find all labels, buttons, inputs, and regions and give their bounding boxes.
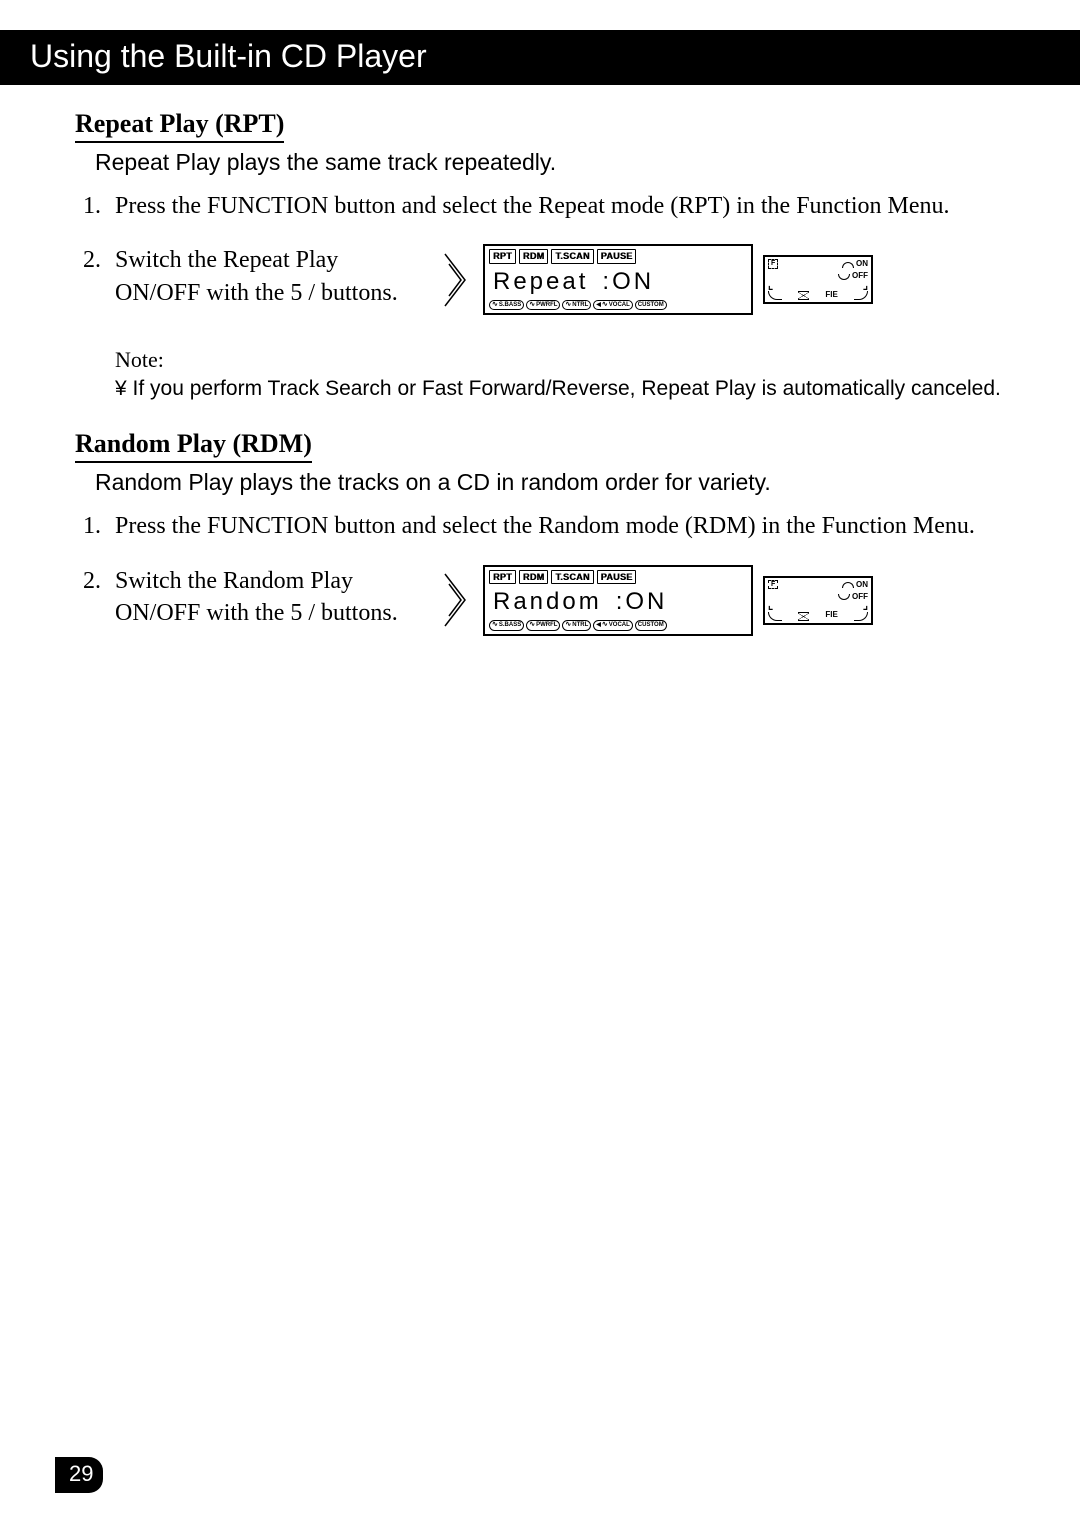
lcd-tab-rpt: RPT: [489, 249, 516, 263]
arc-down-icon: [838, 594, 850, 600]
lcd-f-indicator: F: [768, 259, 778, 269]
arc-up-icon: [842, 262, 854, 268]
note-label: Note:: [115, 345, 1025, 375]
note-block: Note: ¥ If you perform Track Search or F…: [115, 345, 1025, 403]
page-number: 29: [55, 1457, 103, 1493]
curve-right-icon: [854, 612, 868, 621]
lcd-tab-rdm: RDM: [519, 249, 548, 263]
lcd-eq-pwrfl: ∿PWRFL: [526, 300, 560, 310]
lcd-main-text: Repeat:ON: [489, 264, 747, 300]
lcd-main-panel: RPT RDM T.SCAN PAUSE Random:ON ∿S.BASS ∿…: [483, 565, 753, 636]
hourglass-icon: [798, 612, 809, 621]
hourglass-icon: [798, 291, 809, 300]
step-2: Switch the Repeat Play ON/OFF with the 5…: [107, 244, 1025, 315]
lcd-eq-custom: CUSTOM: [635, 620, 667, 630]
pointer-icon: [443, 252, 473, 308]
arc-down-icon: [838, 274, 850, 280]
lcd-tab-pause: PAUSE: [597, 249, 637, 263]
chapter-title-bar: Using the Built-in CD Player: [0, 30, 1080, 85]
section-heading-rdm: Random Play (RDM): [75, 429, 312, 463]
steps-rdm: Press the FUNCTION button and select the…: [107, 510, 1025, 635]
step-text: Switch the Repeat Play ON/OFF with the 5…: [115, 244, 425, 309]
lcd-eq-ntrl: ∿NTRL: [562, 620, 591, 630]
lcd-main-panel: RPT RDM T.SCAN PAUSE Repeat:ON ∿S.BASS ∿…: [483, 244, 753, 315]
curve-right-icon: [854, 291, 868, 300]
steps-rpt: Press the FUNCTION button and select the…: [107, 190, 1025, 315]
lcd-tab-rdm: RDM: [519, 570, 548, 584]
lcd-fie-label: FIE: [825, 290, 837, 301]
curve-left-icon: [768, 612, 782, 621]
section-heading-rpt: Repeat Play (RPT): [75, 109, 284, 143]
lcd-main-text: Random:ON: [489, 584, 747, 620]
curve-left-icon: [768, 291, 782, 300]
lcd-tab-rpt: RPT: [489, 570, 516, 584]
step-1: Press the FUNCTION button and select the…: [107, 190, 1025, 222]
lcd-eq-sbass: ∿S.BASS: [489, 300, 524, 310]
pointer-icon: [443, 572, 473, 628]
section-repeat: Repeat Play (RPT) Repeat Play plays the …: [55, 109, 1025, 315]
lcd-mode-label: Random: [493, 588, 602, 615]
step-text: Press the FUNCTION button and select the…: [115, 193, 950, 219]
lcd-tab-tscan: T.SCAN: [551, 570, 593, 584]
lcd-mode-value: ON: [625, 588, 667, 615]
lcd-tab-tscan: T.SCAN: [551, 249, 593, 263]
lcd-eq-sbass: ∿S.BASS: [489, 620, 524, 630]
lcd-illustration-rdm: RPT RDM T.SCAN PAUSE Random:ON ∿S.BASS ∿…: [443, 565, 873, 636]
section-desc-rpt: Repeat Play plays the same track repeate…: [95, 149, 1025, 176]
lcd-eq-custom: CUSTOM: [635, 300, 667, 310]
step-text: Switch the Random Play ON/OFF with the 5…: [115, 565, 425, 630]
step-2: Switch the Random Play ON/OFF with the 5…: [107, 565, 1025, 636]
lcd-eq-pwrfl: ∿PWRFL: [526, 620, 560, 630]
lcd-eq-vocal: ◀∿VOCAL: [593, 620, 633, 630]
lcd-side-panel: F ON OFF ⌞ ⌟ F: [763, 576, 873, 625]
lcd-eq-vocal: ◀∿VOCAL: [593, 300, 633, 310]
chapter-title: Using the Built-in CD Player: [30, 38, 427, 74]
lcd-tab-pause: PAUSE: [597, 570, 637, 584]
lcd-fie-label: FIE: [825, 610, 837, 621]
step-text: Press the FUNCTION button and select the…: [115, 513, 975, 539]
lcd-mode-label: Repeat: [493, 268, 588, 295]
lcd-eq-ntrl: ∿NTRL: [562, 300, 591, 310]
lcd-f-indicator: F: [768, 580, 778, 590]
arc-up-icon: [842, 582, 854, 588]
lcd-mode-value: ON: [612, 268, 654, 295]
section-desc-rdm: Random Play plays the tracks on a CD in …: [95, 469, 1025, 496]
section-random: Random Play (RDM) Random Play plays the …: [55, 429, 1025, 635]
note-body: ¥ If you perform Track Search or Fast Fo…: [115, 375, 1025, 403]
lcd-on-label: ON: [856, 580, 868, 591]
lcd-side-panel: F ON OFF ⌞ ⌟ F: [763, 255, 873, 304]
lcd-on-label: ON: [856, 259, 868, 270]
step-1: Press the FUNCTION button and select the…: [107, 510, 1025, 542]
lcd-illustration-rpt: RPT RDM T.SCAN PAUSE Repeat:ON ∿S.BASS ∿…: [443, 244, 873, 315]
